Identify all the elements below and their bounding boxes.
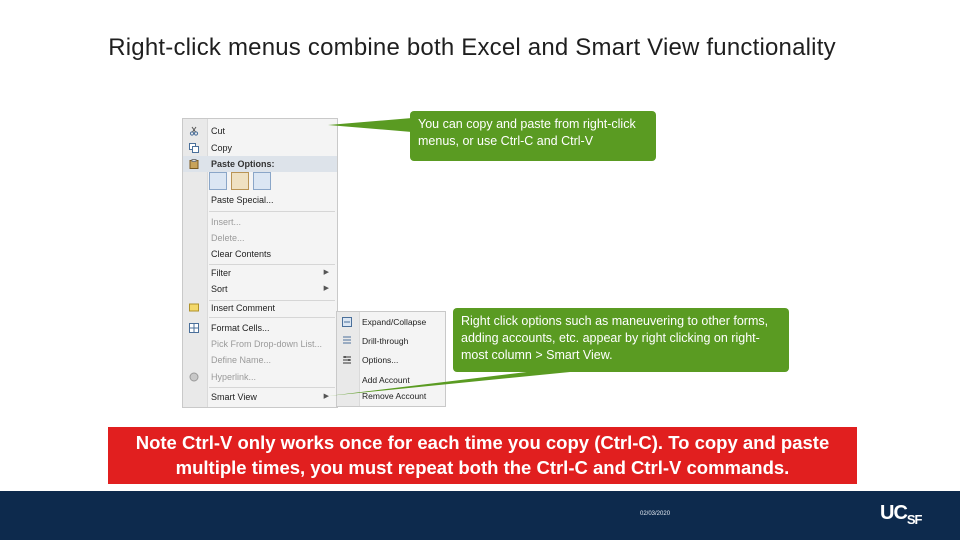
smart-view-submenu: Expand/Collapse Drill-through Options...…	[336, 311, 446, 407]
menu-item-paste-options: Paste Options:	[183, 156, 337, 172]
scissors-icon	[189, 126, 199, 136]
ucsf-logo: UCSF	[880, 502, 922, 528]
submenu-item-label: Remove Account	[362, 391, 427, 401]
menu-divider	[209, 317, 335, 318]
menu-divider	[209, 211, 335, 212]
menu-item-filter[interactable]: Filter ▶	[183, 265, 337, 281]
menu-item-label: Sort	[211, 284, 228, 294]
menu-item-insert[interactable]: Insert...	[183, 214, 337, 230]
submenu-arrow-icon: ▶	[323, 393, 329, 400]
menu-item-label: Paste Special...	[211, 195, 274, 205]
format-cells-icon	[189, 323, 199, 333]
submenu-arrow-icon: ▶	[323, 269, 329, 276]
context-menu: Cut Copy Paste Options: Paste Special...…	[182, 118, 338, 408]
menu-item-clear-contents[interactable]: Clear Contents	[183, 246, 337, 262]
menu-divider	[209, 387, 335, 388]
menu-item-label: Delete...	[211, 233, 245, 243]
comment-icon	[189, 303, 199, 312]
menu-item-label: Pick From Drop-down List...	[211, 339, 323, 349]
menu-item-hyperlink[interactable]: Hyperlink...	[183, 369, 337, 385]
logo-main: UC	[880, 502, 908, 524]
callout-copy-paste: You can copy and paste from right-click …	[410, 111, 656, 161]
submenu-item-label: Expand/Collapse	[362, 317, 427, 327]
menu-item-define-name[interactable]: Define Name...	[183, 352, 337, 368]
submenu-item-remove-account[interactable]: Remove Account	[337, 387, 445, 405]
copy-icon	[189, 143, 199, 153]
footer-date: 02/03/2020	[640, 511, 671, 517]
paste-picture-icon[interactable]	[253, 172, 271, 190]
menu-item-label: Insert Comment	[211, 303, 276, 313]
menu-item-label: Clear Contents	[211, 249, 272, 259]
submenu-arrow-icon: ▶	[323, 285, 329, 292]
submenu-item-label: Options...	[362, 355, 399, 365]
menu-item-pick-from-list[interactable]: Pick From Drop-down List...	[183, 336, 337, 352]
submenu-item-options[interactable]: Options...	[337, 351, 445, 369]
menu-item-delete[interactable]: Delete...	[183, 230, 337, 246]
menu-item-paste-special[interactable]: Paste Special...	[183, 192, 337, 208]
menu-item-label: Filter	[211, 268, 231, 278]
hyperlink-icon	[189, 372, 199, 382]
callout-smart-view: Right click options such as maneuvering …	[453, 308, 789, 372]
note-box: Note Ctrl-V only works once for each tim…	[108, 427, 857, 484]
menu-item-cut[interactable]: Cut	[183, 123, 337, 139]
menu-item-label: Hyperlink...	[211, 372, 257, 382]
menu-item-label: Define Name...	[211, 355, 272, 365]
menu-item-copy[interactable]: Copy	[183, 140, 337, 156]
slide-title: Right-click menus combine both Excel and…	[108, 34, 836, 61]
menu-item-insert-comment[interactable]: Insert Comment	[183, 300, 337, 316]
submenu-item-expand-collapse[interactable]: Expand/Collapse	[337, 313, 445, 331]
submenu-item-label: Drill-through	[362, 336, 409, 346]
footer-bar: 02/03/2020 UCSF	[0, 491, 960, 540]
menu-item-label: Copy	[211, 143, 233, 153]
submenu-item-drill-through[interactable]: Drill-through	[337, 332, 445, 350]
menu-item-label: Cut	[211, 126, 226, 136]
menu-item-label: Paste Options:	[211, 159, 275, 169]
menu-item-label: Smart View	[211, 392, 257, 402]
menu-item-label: Format Cells...	[211, 323, 270, 333]
menu-item-label: Insert...	[211, 217, 242, 227]
expand-icon	[342, 317, 352, 327]
logo-sub: SF	[906, 512, 923, 527]
menu-item-sort[interactable]: Sort ▶	[183, 281, 337, 297]
paste-formatting-icon[interactable]	[231, 172, 249, 190]
menu-item-format-cells[interactable]: Format Cells...	[183, 320, 337, 336]
options-icon	[343, 356, 351, 364]
clipboard-icon	[189, 159, 199, 169]
drill-icon	[343, 336, 351, 344]
menu-item-smart-view[interactable]: Smart View ▶	[183, 389, 337, 405]
callout-1-pointer	[328, 118, 412, 132]
paste-values-icon[interactable]	[209, 172, 227, 190]
